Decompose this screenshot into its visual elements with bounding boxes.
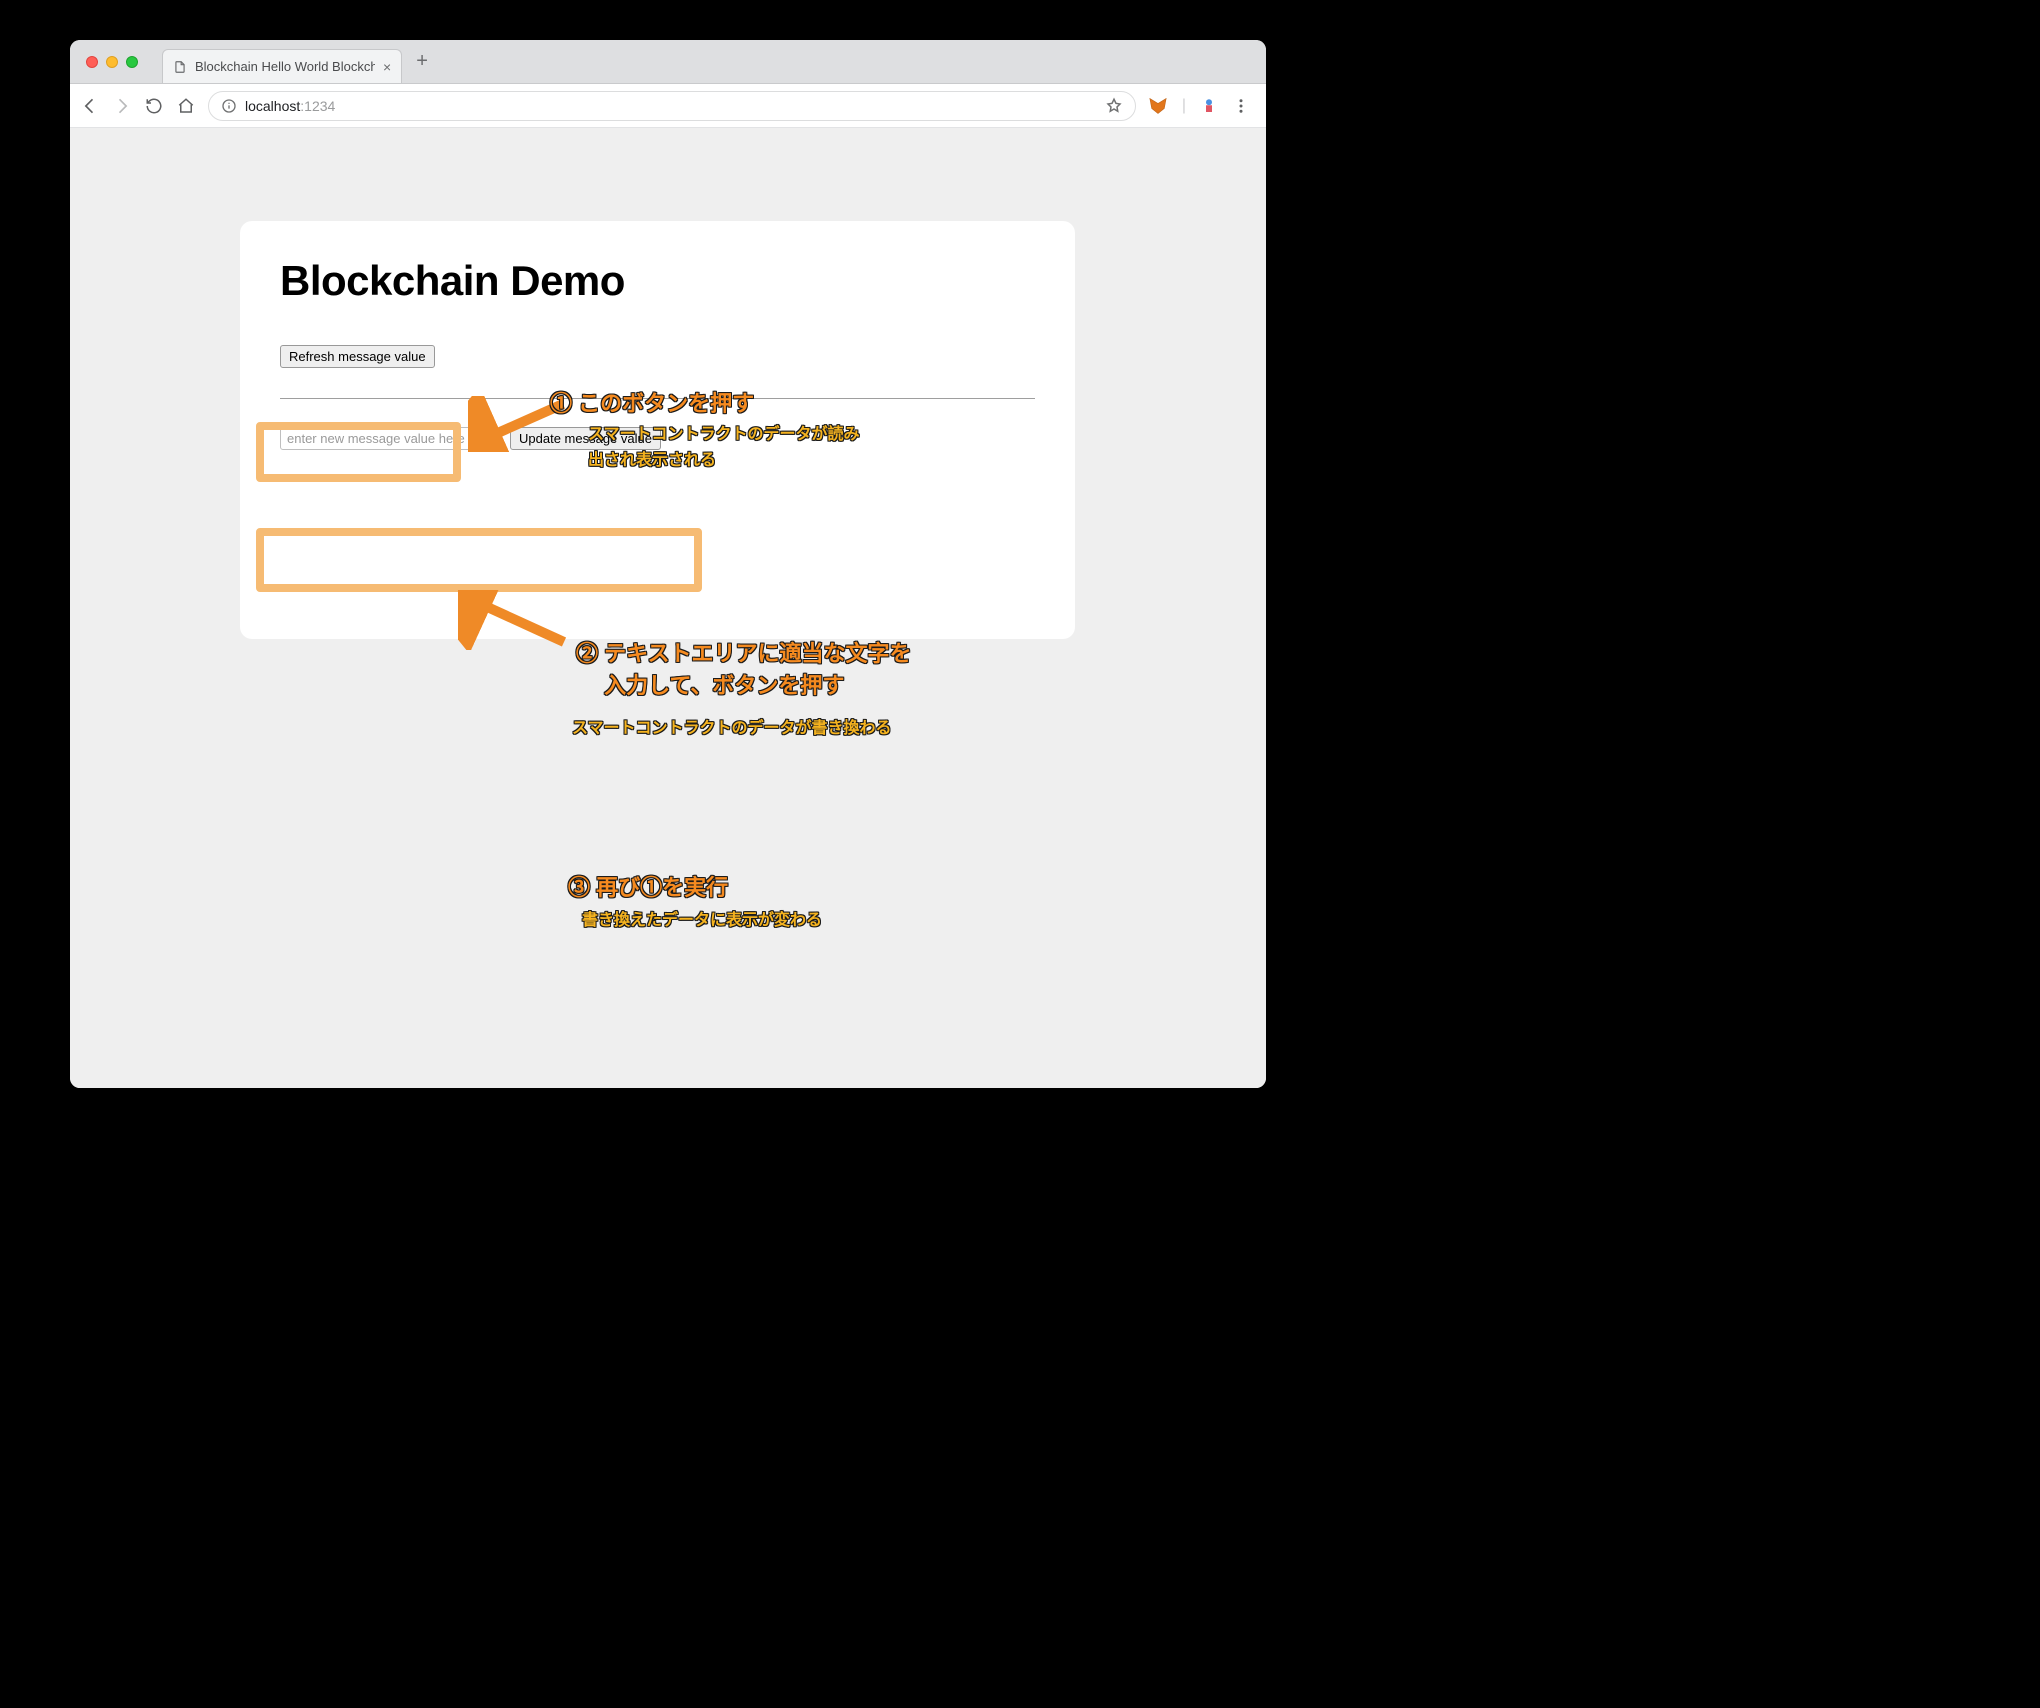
- window-minimize-button[interactable]: [106, 56, 118, 68]
- browser-window: Blockchain Hello World Blockch × + l: [70, 40, 1266, 1088]
- extension-separator: |: [1182, 97, 1186, 115]
- home-button[interactable]: [176, 96, 196, 116]
- url-port: :1234: [300, 98, 335, 114]
- address-bar[interactable]: localhost:1234: [208, 91, 1136, 121]
- annotation-step1-sub: スマートコントラクトのデータが読み 出され表示される: [588, 422, 860, 473]
- page-title: Blockchain Demo: [280, 257, 1035, 305]
- reload-button[interactable]: [144, 96, 164, 116]
- annotation-step1-title: ① このボタンを押す: [550, 388, 754, 420]
- page-icon: [173, 59, 187, 75]
- annotation-step3-sub: 書き換えたデータに表示が変わる: [582, 908, 822, 934]
- titlebar: Blockchain Hello World Blockch × +: [70, 40, 1266, 84]
- annotation-step2-title: ② テキストエリアに適当な文字を 入力して、ボタンを押す: [576, 638, 911, 702]
- tab-title: Blockchain Hello World Blockch: [195, 59, 375, 74]
- chrome-menu-icon[interactable]: [1232, 97, 1250, 115]
- refresh-message-button[interactable]: Refresh message value: [280, 345, 435, 368]
- address-text: localhost:1234: [245, 98, 335, 114]
- site-info-icon[interactable]: [221, 98, 237, 114]
- annotation-step2-sub: スマートコントラクトのデータが書き換わる: [572, 716, 892, 742]
- window-close-button[interactable]: [86, 56, 98, 68]
- forward-button[interactable]: [112, 96, 132, 116]
- new-tab-button[interactable]: +: [416, 50, 428, 73]
- url-host: localhost: [245, 98, 300, 114]
- bookmark-star-icon[interactable]: [1105, 97, 1123, 115]
- back-button[interactable]: [80, 96, 100, 116]
- tab-close-icon[interactable]: ×: [383, 59, 391, 75]
- toolbar: localhost:1234 |: [70, 84, 1266, 128]
- extensions: |: [1148, 96, 1256, 116]
- window-maximize-button[interactable]: [126, 56, 138, 68]
- annotation-step3-title: ③ 再び①を実行: [568, 872, 728, 904]
- new-message-input[interactable]: [280, 427, 500, 450]
- metamask-extension-icon[interactable]: [1148, 96, 1168, 116]
- browser-tab[interactable]: Blockchain Hello World Blockch ×: [162, 49, 402, 83]
- window-traffic-lights: [80, 56, 144, 68]
- extension-icon[interactable]: [1200, 97, 1218, 115]
- viewport: Blockchain Demo Refresh message value Up…: [70, 128, 1266, 1088]
